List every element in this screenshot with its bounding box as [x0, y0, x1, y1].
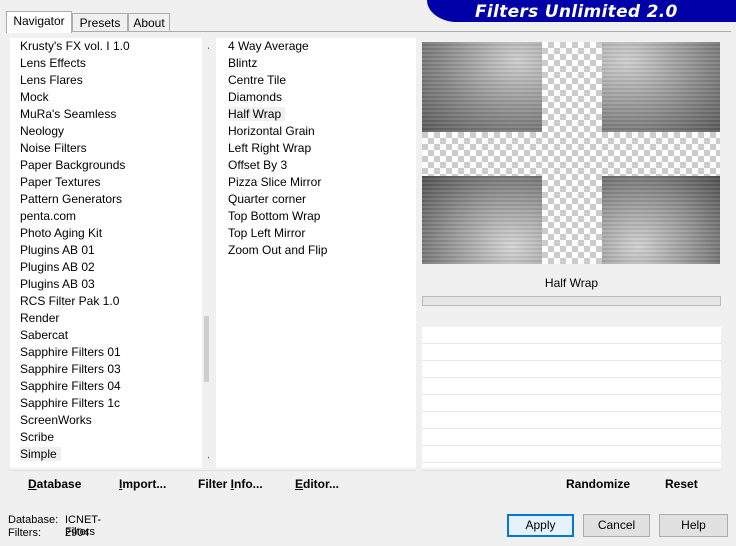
filter-control-panel: Half Wrap [422, 270, 721, 468]
divider [422, 445, 721, 446]
divider [422, 394, 721, 395]
category-item[interactable]: Sapphire Filters 01 [10, 344, 209, 361]
tab-presets[interactable]: Presets [72, 13, 128, 32]
status-filters-value: 2904 [65, 527, 90, 539]
filter-item[interactable]: Zoom Out and Flip [216, 242, 416, 259]
filter-list[interactable]: 4 Way Average Blintz Centre Tile Diamonds Ha… [216, 38, 416, 468]
tab-about[interactable]: About [128, 13, 170, 32]
category-item[interactable]: Sapphire Filters 04 [10, 378, 209, 395]
divider [422, 462, 721, 463]
preview-tile [422, 176, 542, 264]
status-database-label: Database: [8, 514, 59, 526]
category-item[interactable]: Pattern Generators [10, 191, 209, 208]
filter-item[interactable]: Half Wrap [216, 106, 416, 123]
divider [422, 360, 721, 361]
filter-item[interactable]: Offset By 3 [216, 157, 416, 174]
database-button[interactable]: Database [28, 477, 81, 491]
category-item[interactable]: MuRa's Seamless [10, 106, 209, 123]
scroll-up-icon[interactable]: ▲ [202, 38, 209, 55]
category-item[interactable]: Sabercat [10, 327, 209, 344]
filter-info-button[interactable]: Filter Info... [198, 477, 263, 491]
category-items: Krusty's FX vol. I 1.0 Lens Effects Lens F… [10, 38, 209, 463]
category-item[interactable]: Noise Filters [10, 140, 209, 157]
divider [422, 377, 721, 378]
cancel-button[interactable]: Cancel [583, 514, 650, 537]
editor-button[interactable]: Editor... [295, 477, 339, 491]
reset-button[interactable]: Reset [665, 477, 698, 491]
category-item[interactable]: penta.com [10, 208, 209, 225]
filter-item[interactable]: Blintz [216, 55, 416, 72]
randomize-button[interactable]: Randomize [566, 477, 630, 491]
selected-filter-name: Half Wrap [422, 270, 721, 296]
progress-bar [422, 296, 721, 306]
preview-image [422, 42, 720, 264]
preview-tile [602, 176, 720, 264]
category-scrollbar[interactable]: ▲ ▼ [202, 38, 209, 468]
filter-item[interactable]: Centre Tile [216, 72, 416, 89]
divider [422, 343, 721, 344]
scroll-down-icon[interactable]: ▼ [202, 451, 209, 468]
tab-navigator[interactable]: Navigator [6, 11, 72, 33]
category-item[interactable]: Sapphire Filters 03 [10, 361, 209, 378]
preview-tile [602, 42, 720, 132]
product-banner: Filters Unlimited 2.0 [427, 0, 736, 22]
scroll-thumb[interactable] [204, 316, 209, 382]
filter-item[interactable]: Left Right Wrap [216, 140, 416, 157]
category-item[interactable]: Sapphire Filters 1c [10, 395, 209, 412]
filter-item[interactable]: Diamonds [216, 89, 416, 106]
category-item[interactable]: Plugins AB 02 [10, 259, 209, 276]
category-item[interactable]: Render [10, 310, 209, 327]
filter-info-bar [422, 306, 721, 327]
banner-title: Filters Unlimited 2.0 [475, 2, 678, 22]
tab-divider [6, 31, 731, 32]
status-filters-label: Filters: [8, 527, 41, 539]
preview-toolbar: Randomize Reset [422, 470, 721, 497]
category-item[interactable]: Photo Aging Kit [10, 225, 209, 242]
category-item[interactable]: Neology [10, 123, 209, 140]
import-button[interactable]: Import... [119, 477, 166, 491]
category-item[interactable]: Simple [10, 446, 209, 463]
filter-item[interactable]: 4 Way Average [216, 38, 416, 55]
divider [422, 411, 721, 412]
divider [422, 428, 721, 429]
category-list[interactable]: Krusty's FX vol. I 1.0 Lens Effects Lens F… [10, 38, 209, 468]
category-item[interactable]: Lens Effects [10, 55, 209, 72]
category-item[interactable]: Plugins AB 03 [10, 276, 209, 293]
help-button[interactable]: Help [659, 514, 728, 537]
category-item[interactable]: Mock [10, 89, 209, 106]
category-item[interactable]: Paper Textures [10, 174, 209, 191]
list-toolbar: Database Import... Filter Info... Editor… [10, 470, 416, 497]
category-item[interactable]: ScreenWorks [10, 412, 209, 429]
filter-item[interactable]: Top Left Mirror [216, 225, 416, 242]
category-item[interactable]: Plugins AB 01 [10, 242, 209, 259]
filter-item[interactable]: Horizontal Grain [216, 123, 416, 140]
filter-item[interactable]: Quarter corner [216, 191, 416, 208]
category-item[interactable]: RCS Filter Pak 1.0 [10, 293, 209, 310]
preview-tile [422, 42, 542, 132]
category-item[interactable]: Krusty's FX vol. I 1.0 [10, 38, 209, 55]
category-item[interactable]: Scribe [10, 429, 209, 446]
filter-item[interactable]: Top Bottom Wrap [216, 208, 416, 225]
apply-button[interactable]: Apply [507, 514, 574, 537]
filter-items: 4 Way Average Blintz Centre Tile Diamonds Ha… [216, 38, 416, 259]
filter-item[interactable]: Pizza Slice Mirror [216, 174, 416, 191]
category-item[interactable]: Lens Flares [10, 72, 209, 89]
category-item[interactable]: Paper Backgrounds [10, 157, 209, 174]
